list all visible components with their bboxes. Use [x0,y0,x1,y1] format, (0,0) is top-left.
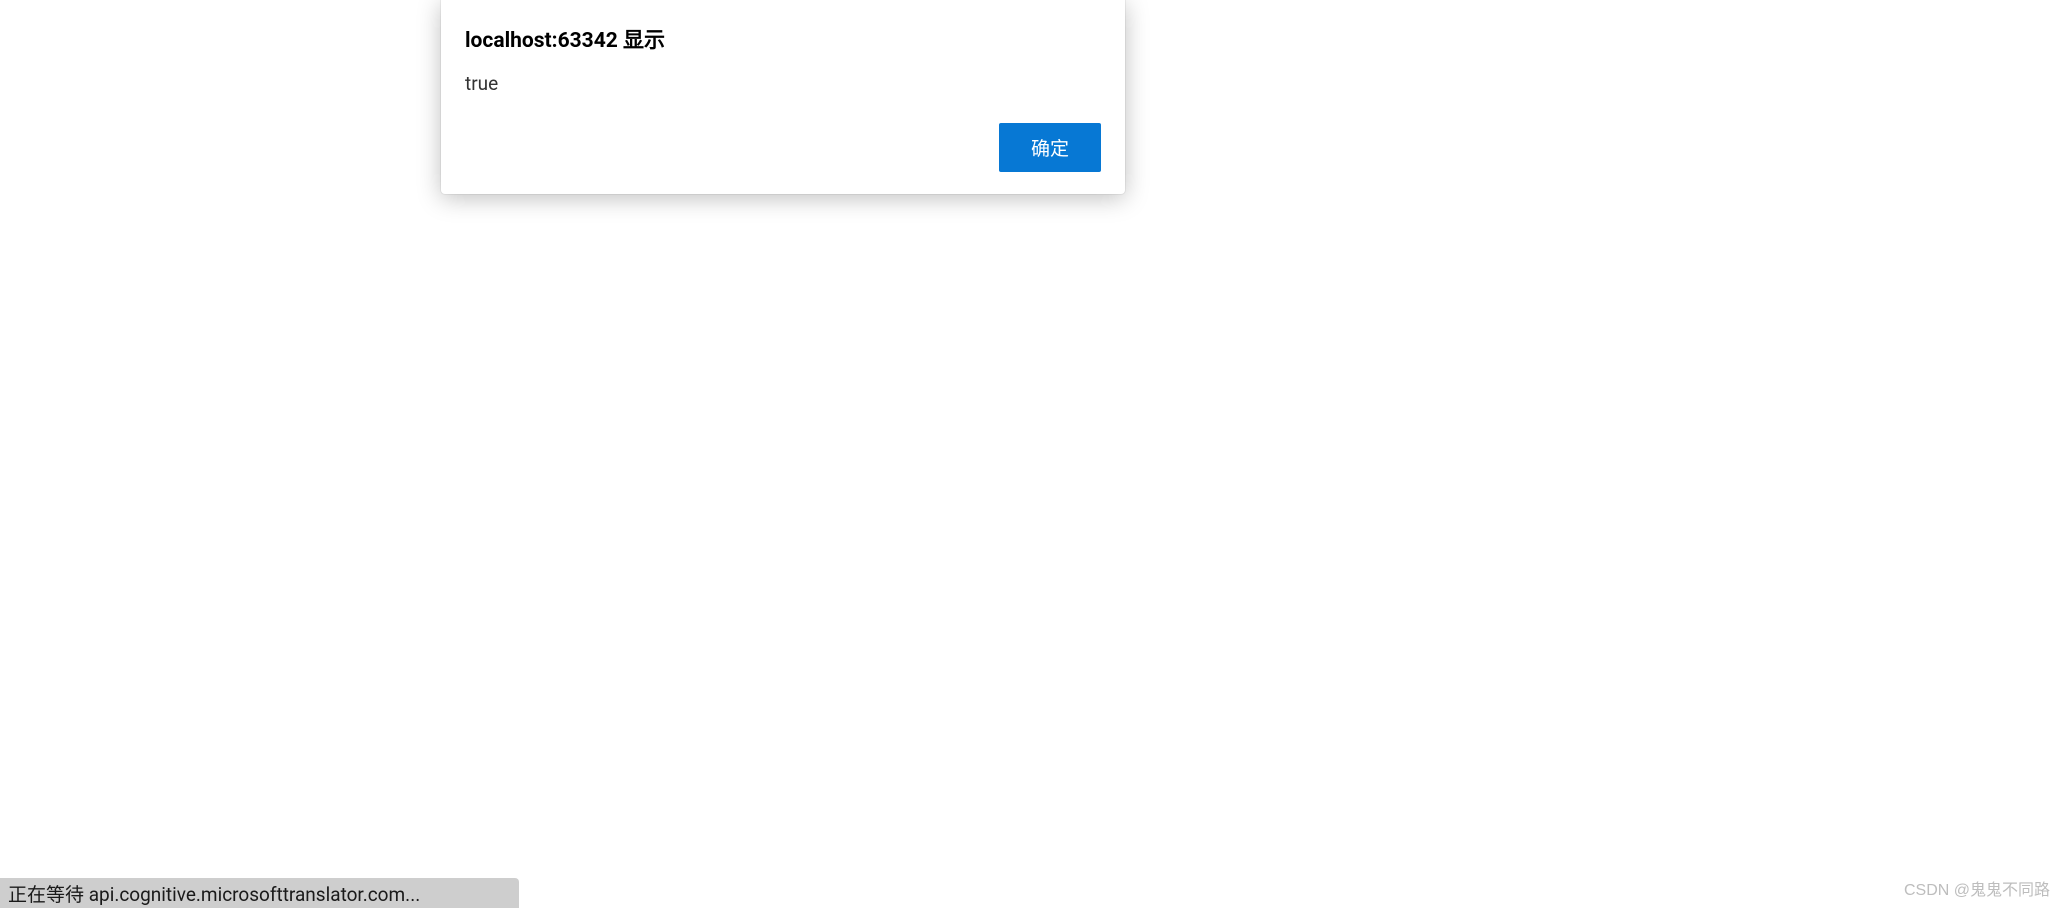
dialog-title: localhost:63342 显示 [465,24,1101,54]
dialog-message: true [465,72,1101,95]
ok-button[interactable]: 确定 [999,123,1101,172]
alert-dialog: localhost:63342 显示 true 确定 [441,0,1125,194]
dialog-button-row: 确定 [465,123,1101,172]
status-text: 正在等待 api.cognitive.microsofttranslator.c… [8,880,420,907]
status-bar: 正在等待 api.cognitive.microsofttranslator.c… [0,878,519,908]
watermark: CSDN @鬼鬼不同路 [1904,876,2050,900]
